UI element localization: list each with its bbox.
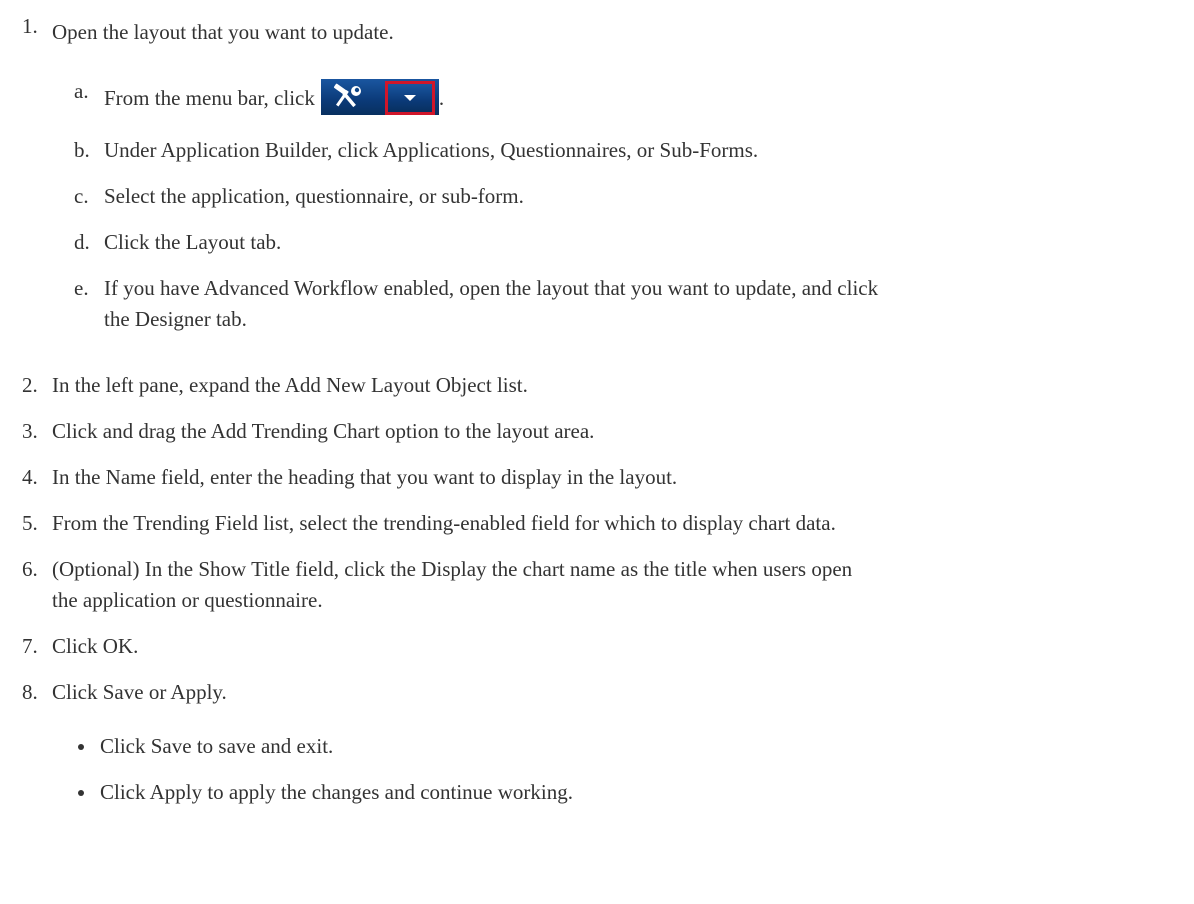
bullet-icon (78, 744, 84, 750)
substep-letter: b. (74, 138, 90, 162)
substep-text: Select the application, questionnaire, o… (104, 184, 524, 208)
substep-text: Click the Layout tab. (104, 230, 282, 254)
step-number: 7. (22, 634, 38, 658)
substep-text: Under Application Builder, click Applica… (104, 138, 759, 162)
step-number: 2. (22, 373, 38, 397)
bullet-text: Click Apply to apply the changes and con… (100, 780, 573, 804)
step-number: 5. (22, 511, 38, 535)
step-number: 3. (22, 419, 38, 443)
substep-suffix: . (438, 86, 445, 110)
substep-letter: a. (74, 79, 89, 103)
step-text: Click Save or Apply. (52, 680, 227, 704)
step-text: (Optional) In the Show Title field, clic… (52, 557, 853, 581)
substep-text: If you have Advanced Workflow enabled, o… (104, 276, 879, 300)
substep-text: From the menu bar, click (104, 86, 315, 110)
bullet-icon (78, 790, 84, 796)
step-text-continued: the application or questionnaire. (52, 588, 323, 612)
step-text: From the Trending Field list, select the… (52, 511, 836, 535)
tools-icon (333, 83, 361, 108)
step-number: 1. (22, 14, 38, 38)
chevron-down-icon (403, 95, 416, 101)
step-number: 6. (22, 557, 38, 581)
substep-text-continued: the Designer tab. (104, 307, 247, 331)
step-number: 4. (22, 465, 38, 489)
substep-a: From the menu bar, click . (104, 79, 444, 115)
step-text: Click and drag the Add Trending Chart op… (52, 419, 595, 443)
step-number: 8. (22, 680, 38, 704)
toolbar-admin-button (320, 79, 439, 115)
menu-dropdown-button (384, 81, 435, 115)
procedure-document: 1. Open the layout that you want to upda… (0, 0, 1194, 904)
step-text: In the Name field, enter the heading tha… (52, 465, 678, 489)
substep-letter: c. (74, 184, 89, 208)
step-text: Open the layout that you want to update. (52, 20, 394, 44)
substep-letter: d. (74, 230, 90, 254)
substep-letter: e. (74, 276, 89, 300)
step-text: In the left pane, expand the Add New Lay… (52, 373, 528, 397)
bullet-text: Click Save to save and exit. (100, 734, 334, 758)
step-text: Click OK. (52, 634, 139, 658)
